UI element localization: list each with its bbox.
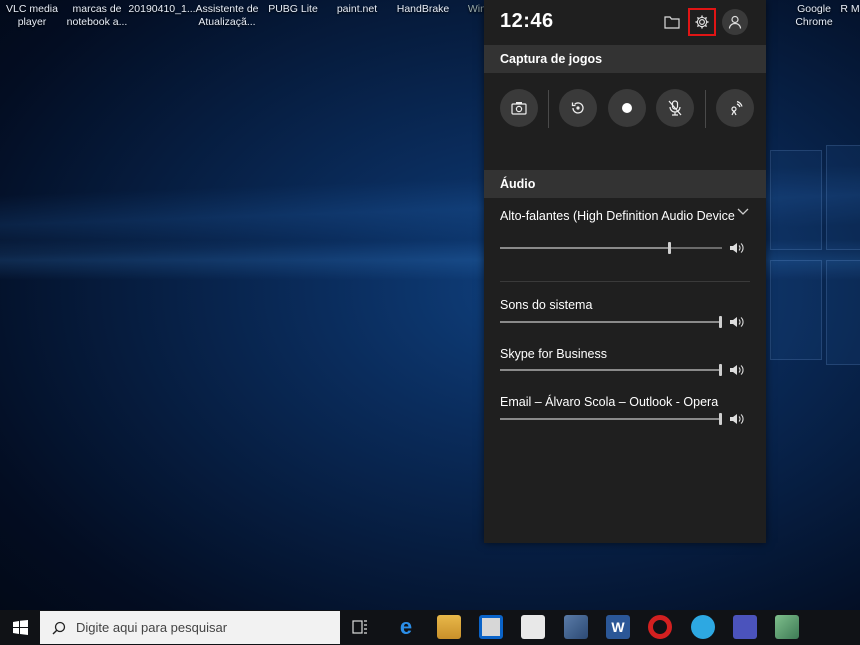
mail-icon[interactable] bbox=[521, 615, 545, 639]
user-icon bbox=[728, 15, 742, 29]
desktop-icon[interactable]: marcas de notebook a... bbox=[62, 3, 132, 29]
broadcast-button[interactable] bbox=[716, 89, 754, 127]
desktop-icon[interactable]: R M bbox=[835, 3, 860, 16]
file-explorer-icon[interactable] bbox=[437, 615, 461, 639]
folder-button[interactable] bbox=[658, 8, 686, 36]
screenshot-button[interactable] bbox=[500, 89, 538, 127]
teams-icon[interactable] bbox=[733, 615, 757, 639]
task-view-icon[interactable] bbox=[350, 617, 370, 637]
audio-device-select[interactable]: Alto-falantes (High Definition Audio Dev… bbox=[500, 209, 754, 223]
start-button[interactable] bbox=[0, 610, 40, 645]
capture-divider bbox=[548, 90, 549, 128]
folder-icon bbox=[664, 16, 680, 29]
app-volume-label: Email – Álvaro Scola – Outlook - Opera bbox=[500, 395, 719, 409]
clock: 12:46 bbox=[500, 10, 554, 32]
chevron-down-icon[interactable] bbox=[737, 208, 749, 216]
master-volume-slider[interactable] bbox=[500, 242, 722, 254]
desktop-icon[interactable]: VLC media player bbox=[0, 3, 67, 29]
desktop-icon[interactable]: HandBrake bbox=[388, 3, 458, 16]
desktop-icon[interactable]: paint.net bbox=[322, 3, 392, 16]
game-bar-panel: 12:46 Captura de jogos Áudio Alto-falant… bbox=[484, 0, 766, 543]
app-icon[interactable] bbox=[775, 615, 799, 639]
speaker-icon[interactable] bbox=[729, 241, 745, 255]
settings-button[interactable] bbox=[688, 8, 716, 36]
store-icon[interactable] bbox=[479, 615, 503, 639]
broadcast-icon bbox=[731, 100, 743, 116]
desktop-icon[interactable]: Assistente de Atualizaçã... bbox=[192, 3, 262, 29]
app-volume-slider[interactable] bbox=[500, 316, 722, 328]
record-icon bbox=[622, 103, 632, 113]
speaker-icon[interactable] bbox=[729, 315, 745, 329]
replay-icon bbox=[571, 102, 584, 114]
search-placeholder: Digite aqui para pesquisar bbox=[76, 620, 228, 635]
speaker-icon[interactable] bbox=[729, 363, 745, 377]
search-icon bbox=[52, 621, 66, 634]
taskbar: Digite aqui para pesquisar e W bbox=[0, 610, 860, 645]
desktop-icon[interactable]: PUBG Lite bbox=[258, 3, 328, 16]
word-icon[interactable]: W bbox=[606, 615, 630, 639]
wallpaper-windows-logo bbox=[770, 120, 860, 370]
mic-toggle-button[interactable] bbox=[656, 89, 694, 127]
desktop-icon[interactable]: 20190410_1... bbox=[127, 3, 197, 16]
audio-section-header: Áudio bbox=[484, 170, 766, 198]
edge-icon[interactable]: e bbox=[394, 615, 418, 639]
game-bar-header: 12:46 bbox=[484, 0, 766, 44]
speaker-icon[interactable] bbox=[729, 412, 745, 426]
app-volume-slider[interactable] bbox=[500, 413, 722, 425]
app-icon[interactable] bbox=[564, 615, 588, 639]
search-box[interactable]: Digite aqui para pesquisar bbox=[40, 611, 340, 644]
app-volume-label: Skype for Business bbox=[500, 347, 607, 361]
record-last-button[interactable] bbox=[559, 89, 597, 127]
capture-divider bbox=[705, 90, 706, 128]
app-volume-slider[interactable] bbox=[500, 364, 722, 376]
start-recording-button[interactable] bbox=[608, 89, 646, 127]
camera-icon bbox=[511, 102, 527, 115]
mic-off-icon bbox=[668, 100, 682, 116]
audio-divider bbox=[500, 281, 750, 282]
profile-button[interactable] bbox=[722, 9, 748, 35]
opera-icon[interactable] bbox=[648, 615, 672, 639]
windows-icon bbox=[12, 620, 28, 635]
gear-icon bbox=[695, 15, 709, 29]
skype-icon[interactable] bbox=[691, 615, 715, 639]
app-volume-label: Sons do sistema bbox=[500, 298, 593, 312]
capture-section-header: Captura de jogos bbox=[484, 45, 766, 73]
